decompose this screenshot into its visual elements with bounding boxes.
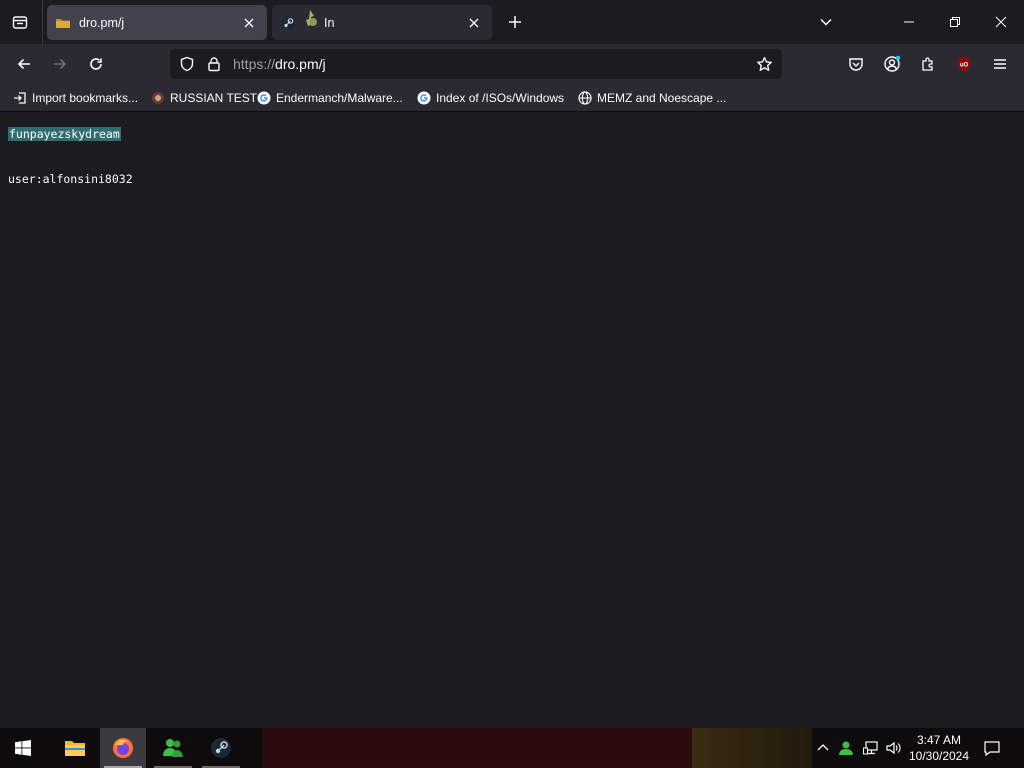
hamburger-menu-icon (994, 59, 1006, 69)
bookmark-import[interactable]: Import bookmarks... (12, 89, 138, 107)
tracking-protection-icon[interactable] (178, 55, 196, 73)
app-menu-button[interactable] (984, 48, 1016, 80)
forward-button[interactable] (44, 48, 76, 80)
restore-icon (950, 17, 960, 27)
network-icon (863, 741, 878, 755)
bookmark-star-icon[interactable] (755, 55, 773, 73)
new-tab-button[interactable] (501, 8, 529, 36)
google-icon (416, 90, 432, 106)
close-icon (995, 16, 1007, 28)
back-button[interactable] (8, 48, 40, 80)
folder-favicon-icon (56, 18, 70, 28)
bookmark-endermanch[interactable]: Endermanch/Malware... (256, 89, 403, 107)
start-button[interactable] (0, 728, 46, 768)
arrow-right-icon (54, 58, 67, 70)
firefox-taskbar-button[interactable] (100, 728, 146, 768)
notifications-button[interactable] (978, 728, 1006, 768)
address-bar[interactable]: https://dro.pm/j (170, 49, 782, 79)
bookmark-label: Import bookmarks... (32, 91, 139, 105)
taskbar-clock[interactable]: 3:47 AM 10/30/2024 (905, 732, 973, 764)
cursor-sprite-icon (306, 9, 317, 26)
close-window-button[interactable] (978, 0, 1024, 44)
extensions-button[interactable] (912, 48, 944, 80)
bookmarks-toolbar: Import bookmarks... RUSSIAN TEST Enderma… (0, 84, 1024, 112)
pocket-icon (849, 58, 863, 71)
minimize-icon (904, 21, 914, 23)
firefox-view-button[interactable] (4, 6, 36, 38)
import-icon (12, 90, 28, 106)
bookmark-label: MEMZ and Noescape ... (597, 91, 727, 105)
bookmark-label: Endermanch/Malware... (276, 91, 403, 105)
volume-button[interactable] (882, 728, 904, 768)
pocket-button[interactable] (840, 48, 872, 80)
ublock-origin-button[interactable]: uO (948, 48, 980, 80)
user-tray-icon (839, 741, 853, 755)
file-explorer-button[interactable] (52, 728, 98, 768)
navigation-toolbar: https://dro.pm/j uO (0, 44, 1024, 84)
page-text-line-2[interactable]: user:alfonsini8032 (8, 172, 133, 186)
file-explorer-icon (65, 741, 85, 756)
minimize-button[interactable] (886, 0, 932, 44)
tab-title: In (324, 15, 335, 30)
url-text[interactable]: https://dro.pm/j (233, 56, 326, 72)
account-icon (884, 55, 901, 72)
clock-time: 3:47 AM (916, 733, 962, 747)
lock-icon[interactable] (205, 55, 223, 73)
reload-icon (90, 58, 102, 70)
restore-button[interactable] (932, 0, 978, 44)
msn-messenger-icon (163, 739, 183, 757)
tab-dro-pm[interactable]: dro.pm/j (47, 5, 267, 40)
tab-title: dro.pm/j (79, 15, 125, 30)
windows-logo-icon (15, 740, 31, 756)
ublock-origin-icon: uO (958, 56, 970, 72)
notification-icon (984, 741, 1000, 757)
steam-icon (211, 738, 231, 758)
bookmark-label: RUSSIAN TEST (170, 91, 258, 105)
chevron-up-icon (817, 744, 829, 751)
bookmark-memz[interactable]: MEMZ and Noescape ... (577, 89, 726, 107)
selected-text[interactable]: funpayezskydream (8, 127, 121, 141)
firefox-view-icon (12, 16, 28, 29)
close-tab-icon[interactable] (239, 13, 259, 33)
page-text-line-1[interactable]: funpayezskydream (8, 127, 121, 141)
tab-steam[interactable]: In (272, 5, 492, 40)
account-button[interactable] (876, 48, 908, 80)
globe-icon (577, 90, 593, 106)
bookmark-index-isos[interactable]: Index of /ISOs/Windows (416, 89, 564, 107)
steam-taskbar-button[interactable] (198, 728, 244, 768)
steam-favicon-icon (281, 15, 295, 30)
tray-app-button[interactable] (836, 728, 858, 768)
reload-button[interactable] (80, 48, 112, 80)
tab-strip: dro.pm/j In (0, 0, 1024, 44)
firefox-icon (113, 738, 133, 758)
page-content: funpayezskydream user:alfonsini8032 (0, 113, 1024, 728)
bookmark-russian-test[interactable]: RUSSIAN TEST (150, 89, 257, 107)
speaker-icon (886, 741, 901, 755)
windows-taskbar: 3:47 AM 10/30/2024 (0, 728, 1024, 768)
tab-separator (42, 0, 43, 44)
taskbar-background (262, 728, 692, 768)
url-host-path: dro.pm/j (275, 56, 326, 72)
show-hidden-icons-button[interactable] (814, 728, 832, 768)
svg-text:uO: uO (960, 63, 969, 69)
list-all-tabs-button[interactable] (812, 8, 840, 36)
plus-icon (509, 16, 521, 28)
chevron-down-icon (820, 18, 832, 26)
taskbar-background (692, 728, 812, 768)
network-button[interactable] (860, 728, 882, 768)
arrow-left-icon (17, 58, 30, 70)
site-icon (150, 90, 166, 106)
url-scheme: https:// (233, 56, 276, 72)
bookmark-label: Index of /ISOs/Windows (436, 91, 565, 105)
messenger-taskbar-button[interactable] (150, 728, 196, 768)
google-icon (256, 90, 272, 106)
puzzle-icon (922, 57, 933, 71)
clock-date: 10/30/2024 (908, 749, 970, 763)
close-tab-icon[interactable] (464, 13, 484, 33)
